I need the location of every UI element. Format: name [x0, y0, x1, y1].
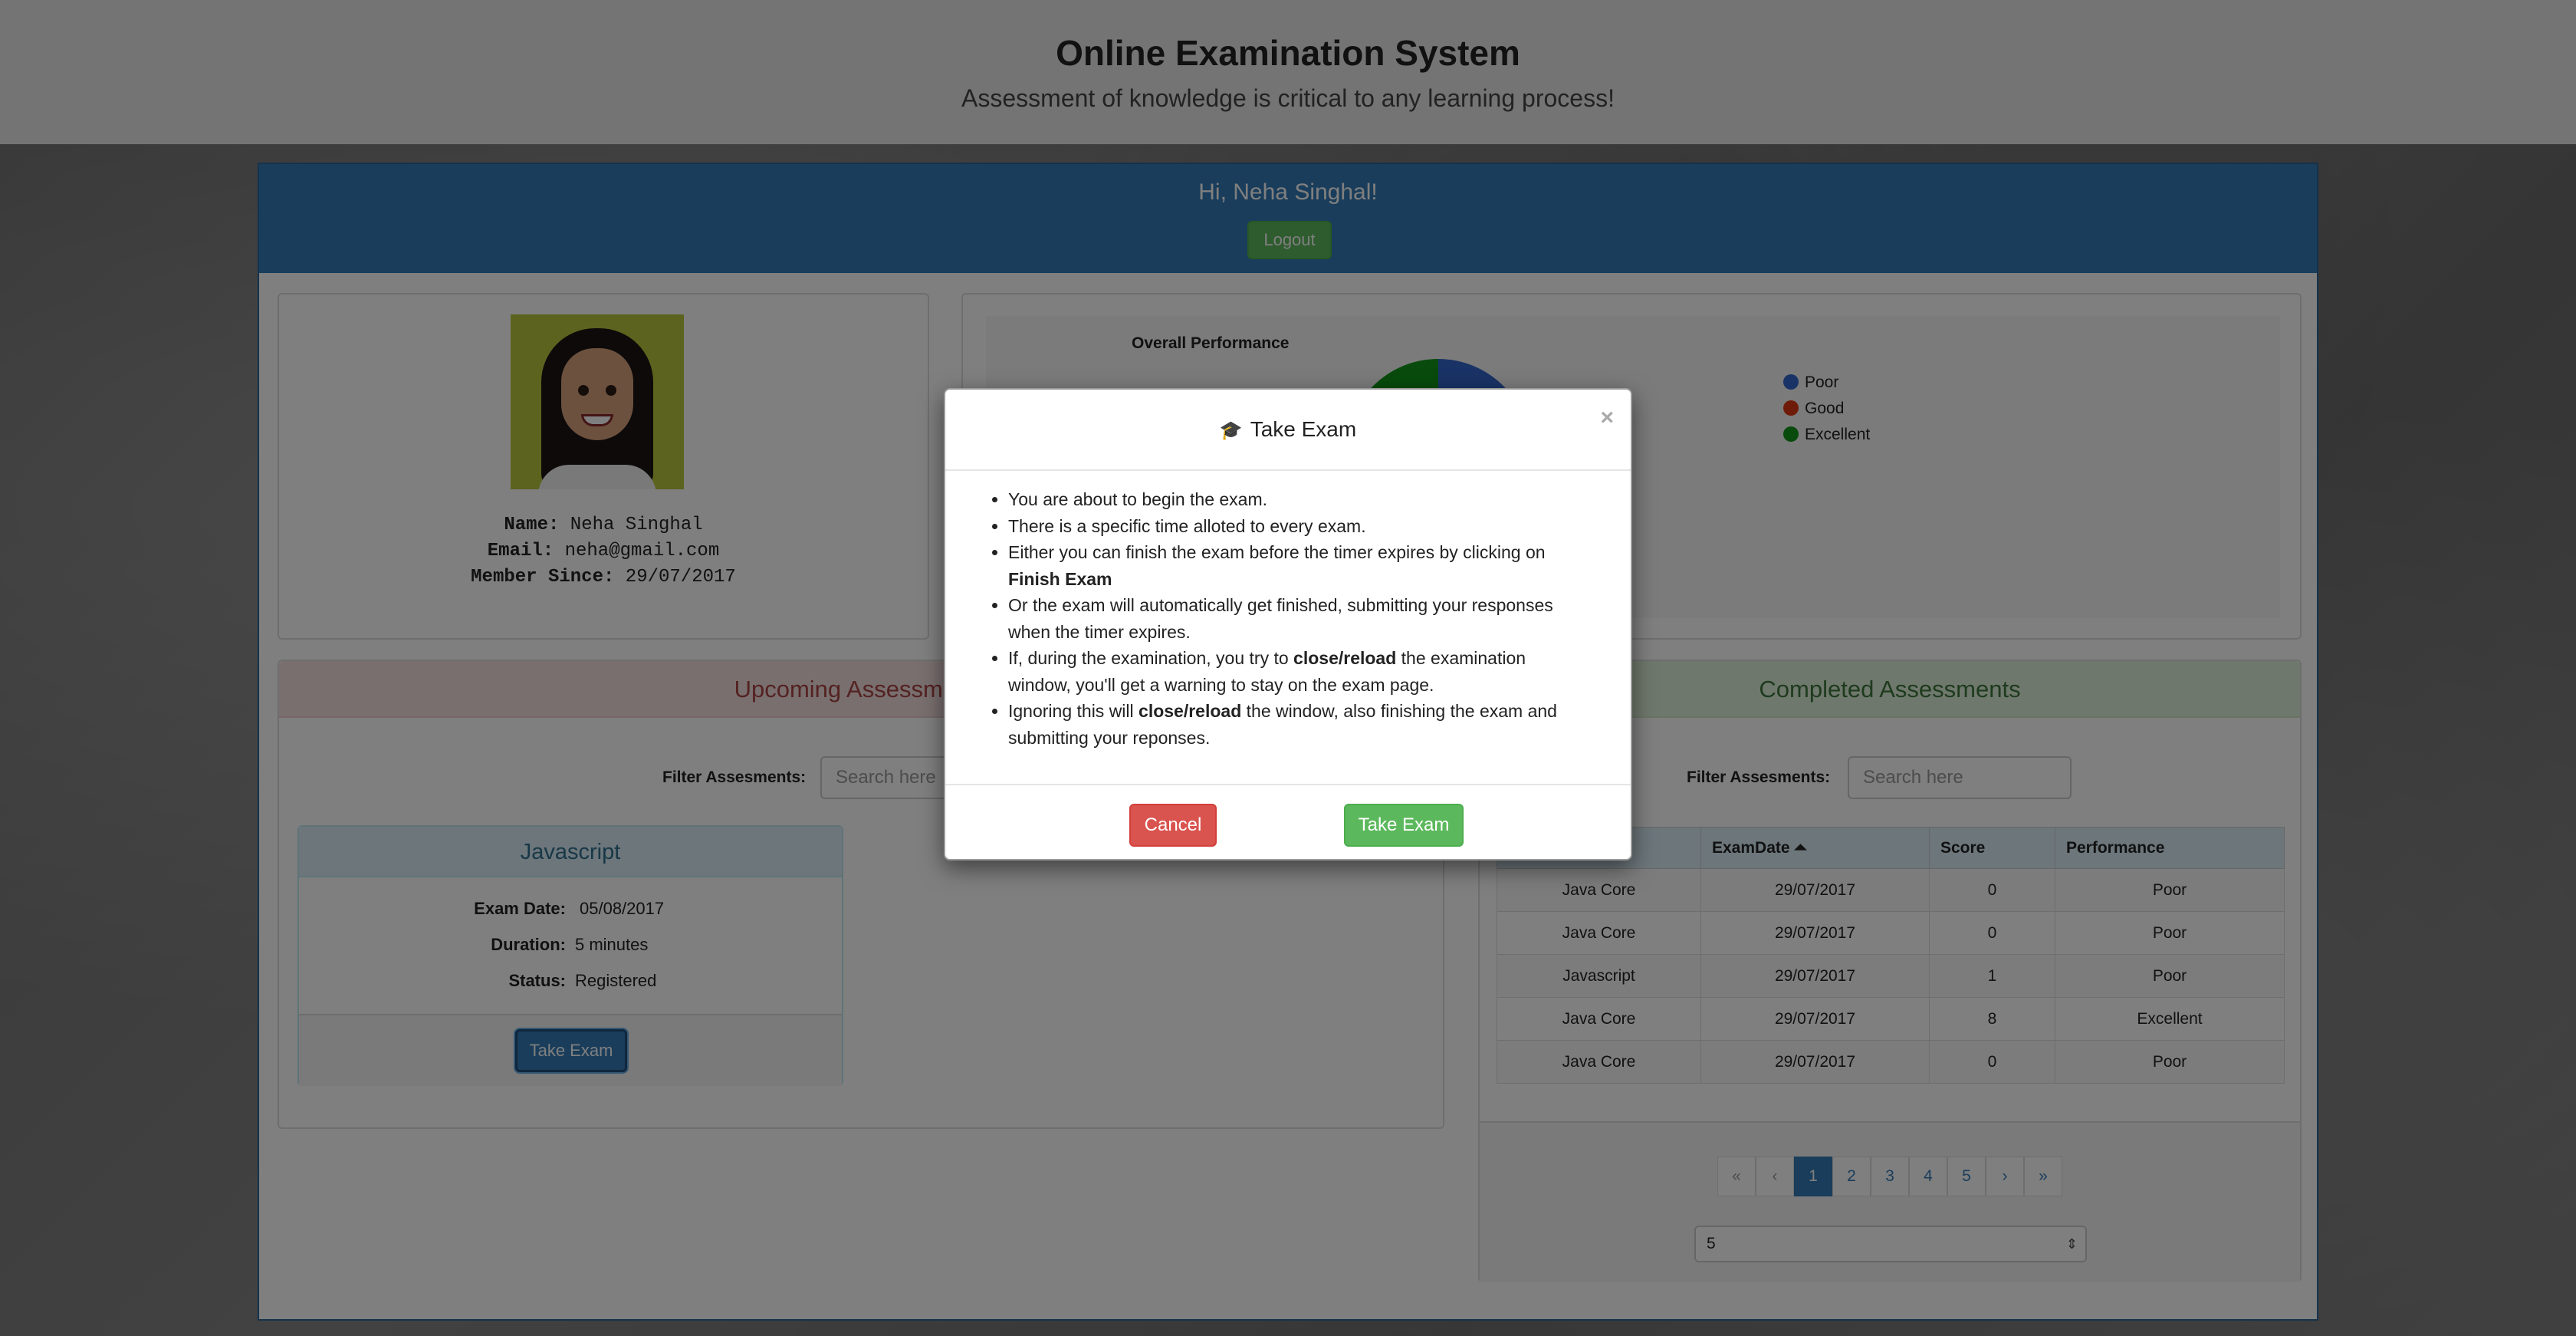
modal-header: 🎓 Take Exam × — [945, 390, 1631, 471]
list-item: There is a specific time alloted to ever… — [1008, 513, 1592, 540]
list-item: Ignoring this will close/reload the wind… — [1008, 698, 1592, 751]
list-item: Either you can finish the exam before th… — [1008, 539, 1592, 592]
cancel-button[interactable]: Cancel — [1129, 804, 1217, 847]
graduation-cap-icon: 🎓 — [1219, 420, 1243, 441]
instructions-list: You are about to begin the exam. There i… — [1008, 486, 1592, 751]
take-exam-modal: 🎓Take Exam × You are about to begin the … — [944, 388, 1632, 861]
take-exam-button[interactable]: Take Exam — [1344, 804, 1464, 847]
list-item: You are about to begin the exam. — [1008, 486, 1592, 513]
modal-footer: Cancel Take Exam — [945, 784, 1631, 861]
list-item: If, during the examination, you try to c… — [1008, 645, 1592, 698]
modal-body: You are about to begin the exam. There i… — [945, 471, 1631, 790]
modal-title: 🎓 Take Exam — [1219, 417, 1357, 441]
list-item: Or the exam will automatically get finis… — [1008, 592, 1592, 645]
close-icon[interactable]: × — [1600, 405, 1614, 431]
